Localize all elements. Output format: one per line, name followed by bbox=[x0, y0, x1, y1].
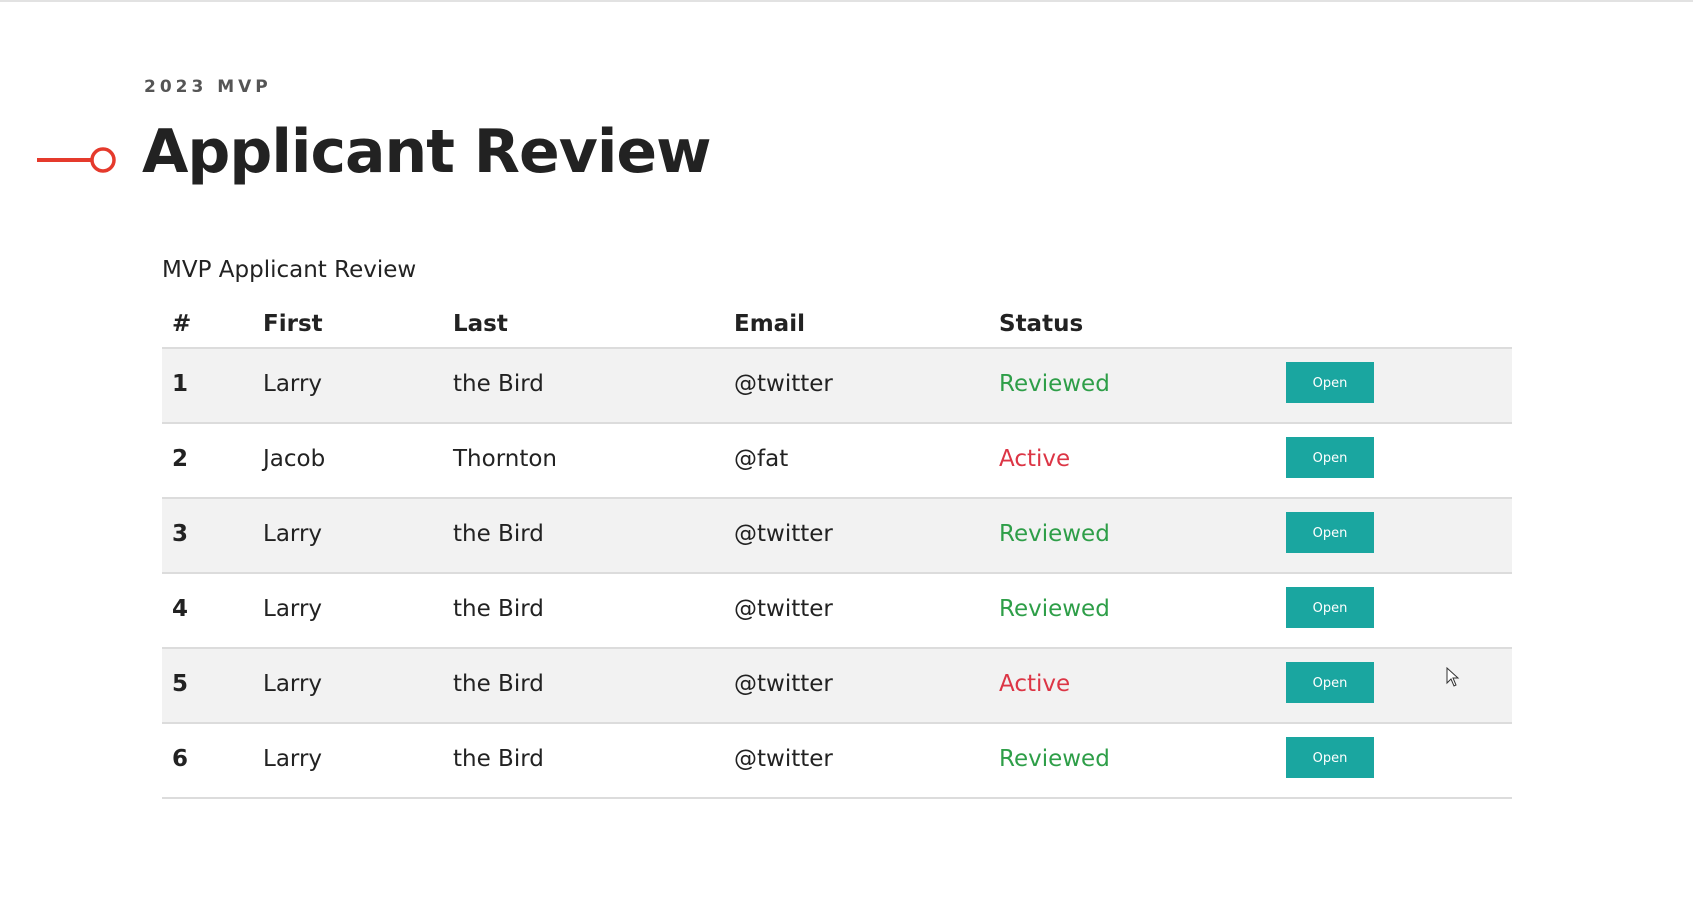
table-row: 4 Larry the Bird @twitter Reviewed Open bbox=[162, 573, 1512, 649]
table-row: 6 Larry the Bird @twitter Reviewed Open bbox=[162, 723, 1512, 799]
row-number: 5 bbox=[162, 648, 263, 724]
timeline-marker-icon bbox=[37, 147, 116, 173]
column-header-email: Email bbox=[734, 300, 999, 349]
status-badge: Active bbox=[999, 423, 1286, 499]
status-badge: Reviewed bbox=[999, 348, 1286, 424]
open-button[interactable]: Open bbox=[1286, 587, 1374, 628]
table-row: 3 Larry the Bird @twitter Reviewed Open bbox=[162, 498, 1512, 574]
action-cell: Open bbox=[1286, 498, 1512, 574]
row-number: 1 bbox=[162, 348, 263, 424]
last-name: the Bird bbox=[453, 348, 734, 424]
column-header-first: First bbox=[263, 300, 453, 349]
open-button[interactable]: Open bbox=[1286, 362, 1374, 403]
action-cell: Open bbox=[1286, 723, 1512, 799]
action-cell: Open bbox=[1286, 423, 1512, 499]
column-header-status: Status bbox=[999, 300, 1286, 349]
row-number: 4 bbox=[162, 573, 263, 649]
applicant-table: # First Last Email Status 1 Larry the Bird… bbox=[162, 300, 1512, 799]
action-cell: Open bbox=[1286, 573, 1512, 649]
first-name: Larry bbox=[263, 348, 453, 424]
row-number: 2 bbox=[162, 423, 263, 499]
table-caption: MVP Applicant Review bbox=[162, 257, 417, 283]
status-badge: Reviewed bbox=[999, 498, 1286, 574]
first-name: Larry bbox=[263, 573, 453, 649]
column-header-last: Last bbox=[453, 300, 734, 349]
open-button[interactable]: Open bbox=[1286, 737, 1374, 778]
action-cell: Open bbox=[1286, 648, 1512, 724]
column-header-action bbox=[1286, 300, 1512, 349]
email: @twitter bbox=[734, 498, 999, 574]
table-header-row: # First Last Email Status bbox=[162, 300, 1512, 349]
status-badge: Reviewed bbox=[999, 723, 1286, 799]
last-name: the Bird bbox=[453, 573, 734, 649]
status-badge: Active bbox=[999, 648, 1286, 724]
open-button[interactable]: Open bbox=[1286, 512, 1374, 553]
email: @fat bbox=[734, 423, 999, 499]
status-badge: Reviewed bbox=[999, 573, 1286, 649]
top-border bbox=[0, 0, 1693, 2]
last-name: the Bird bbox=[453, 648, 734, 724]
open-button[interactable]: Open bbox=[1286, 662, 1374, 703]
last-name: Thornton bbox=[453, 423, 734, 499]
email: @twitter bbox=[734, 348, 999, 424]
row-number: 6 bbox=[162, 723, 263, 799]
mouse-cursor-icon bbox=[1446, 667, 1460, 687]
table-row: 2 Jacob Thornton @fat Active Open bbox=[162, 423, 1512, 499]
open-button[interactable]: Open bbox=[1286, 437, 1374, 478]
email: @twitter bbox=[734, 648, 999, 724]
email: @twitter bbox=[734, 723, 999, 799]
first-name: Larry bbox=[263, 498, 453, 574]
last-name: the Bird bbox=[453, 498, 734, 574]
eyebrow-label: 2023 MVP bbox=[144, 77, 272, 97]
last-name: the Bird bbox=[453, 723, 734, 799]
column-header-number: # bbox=[162, 300, 263, 349]
row-number: 3 bbox=[162, 498, 263, 574]
first-name: Larry bbox=[263, 723, 453, 799]
table-row: 5 Larry the Bird @twitter Active Open bbox=[162, 648, 1512, 724]
page-title: Applicant Review bbox=[142, 117, 712, 187]
table-row: 1 Larry the Bird @twitter Reviewed Open bbox=[162, 348, 1512, 424]
action-cell: Open bbox=[1286, 348, 1512, 424]
email: @twitter bbox=[734, 573, 999, 649]
first-name: Jacob bbox=[263, 423, 453, 499]
first-name: Larry bbox=[263, 648, 453, 724]
